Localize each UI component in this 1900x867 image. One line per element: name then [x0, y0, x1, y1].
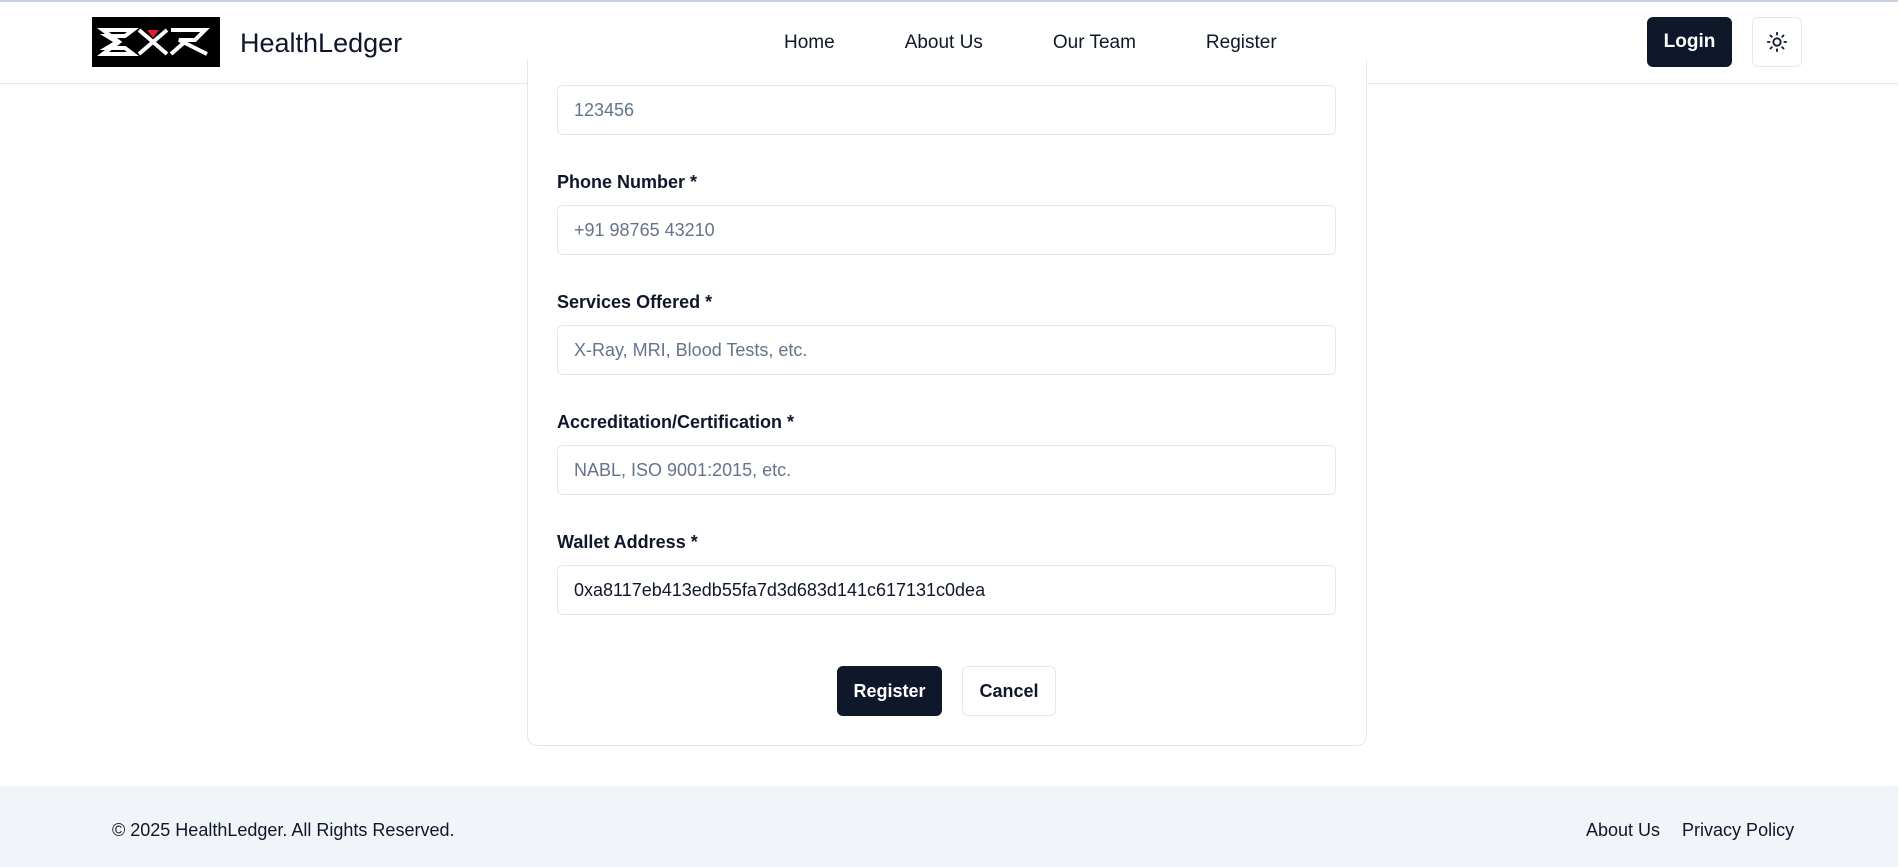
site-footer: © 2025 HealthLedger. All Rights Reserved… [0, 786, 1898, 867]
nav-home[interactable]: Home [784, 32, 835, 54]
phone-number-input[interactable] [557, 205, 1336, 255]
wallet-address-label: Wallet Address * [557, 532, 698, 552]
footer-link-privacy-policy[interactable]: Privacy Policy [1682, 820, 1794, 841]
nav-about-us[interactable]: About Us [905, 32, 983, 54]
services-offered-input[interactable] [557, 325, 1336, 375]
cancel-button[interactable]: Cancel [962, 666, 1056, 716]
register-button[interactable]: Register [837, 666, 942, 716]
wallet-address-input[interactable] [557, 565, 1336, 615]
accreditation-input[interactable] [557, 445, 1336, 495]
theme-toggle-button[interactable] [1752, 17, 1802, 67]
logo-mark-icon [97, 28, 210, 56]
nav-register[interactable]: Register [1206, 32, 1277, 54]
accreditation-label: Accreditation/Certification * [557, 412, 795, 432]
sun-icon [1766, 31, 1788, 53]
logo[interactable] [92, 17, 220, 67]
registration-form-card [527, 60, 1367, 746]
copyright-text: © 2025 HealthLedger. All Rights Reserved… [112, 820, 455, 840]
footer-link-about-us[interactable]: About Us [1586, 820, 1660, 841]
footer-links: About Us Privacy Policy [1586, 820, 1816, 841]
phone-number-label: Phone Number * [557, 172, 698, 192]
services-offered-label: Services Offered * [557, 292, 713, 312]
registration-number-input[interactable] [557, 85, 1336, 135]
brand-name[interactable]: HealthLedger [240, 28, 402, 59]
main-nav: Home About Us Our Team Register [784, 32, 1347, 54]
login-button[interactable]: Login [1647, 17, 1732, 67]
nav-our-team[interactable]: Our Team [1053, 32, 1136, 54]
